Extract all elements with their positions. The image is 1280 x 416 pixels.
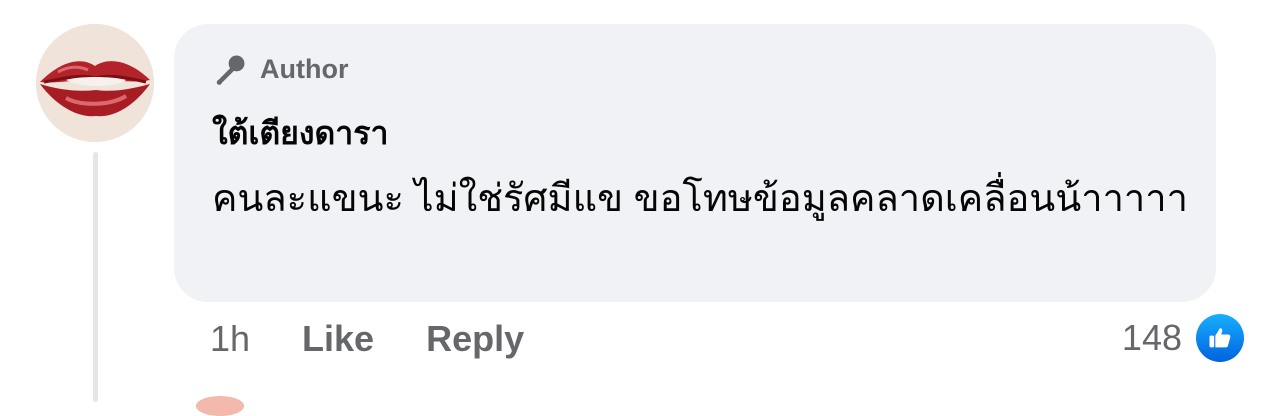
like-thumb-icon xyxy=(1196,314,1244,362)
author-name[interactable]: ใต้เตียงดารา xyxy=(212,108,388,159)
reaction-count: 148 xyxy=(1121,317,1182,358)
author-badge-label: Author xyxy=(260,53,349,84)
author-badge: Author xyxy=(212,50,348,88)
next-comment-avatar[interactable] xyxy=(196,396,244,416)
comment-timestamp[interactable]: 1h xyxy=(210,318,250,360)
comment-text: คนละแขนะ ไม่ใช่รัศมีแข ขอโทษข้อมูลคลาดเค… xyxy=(212,178,1188,220)
microphone-icon xyxy=(216,55,245,85)
comment-actions: 1h Like Reply xyxy=(210,318,576,360)
reply-button[interactable]: Reply xyxy=(426,318,524,360)
lips-image xyxy=(36,24,154,142)
like-button[interactable]: Like xyxy=(302,318,374,360)
reaction-summary[interactable]: 148 xyxy=(1122,314,1244,362)
comment-bubble: Author ใต้เตียงดารา คนละแขนะ ไม่ใช่รัศมี… xyxy=(174,24,1216,302)
reply-thread-line xyxy=(93,152,98,402)
avatar[interactable] xyxy=(36,24,154,142)
